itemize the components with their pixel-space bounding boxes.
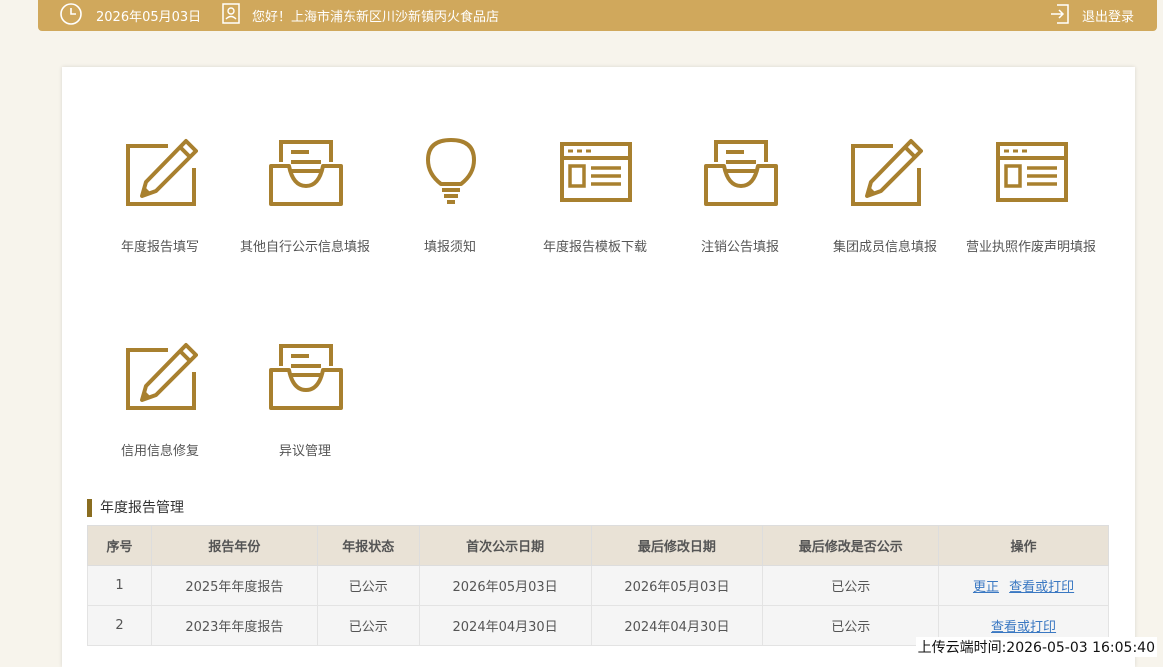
logout-icon[interactable] (1049, 2, 1071, 26)
column-header: 报告年份 (150, 525, 318, 566)
annual-report-table: 序号 报告年份 年报状态 首次公示日期 最后修改日期 最后修改是否公示 操作 1… (87, 525, 1109, 646)
report-status: 已公示 (316, 565, 420, 606)
row-number: 1 (87, 565, 152, 606)
report-status: 已公示 (316, 605, 420, 646)
view-print-link[interactable]: 查看或打印 (1009, 580, 1074, 595)
report-year: 2023年年度报告 (150, 605, 318, 646)
last-modified-public: 已公示 (762, 565, 940, 606)
row-number: 2 (87, 605, 152, 646)
column-header: 首次公示日期 (418, 525, 592, 566)
pencil-edit-icon (126, 343, 198, 410)
tile-label: 营业执照作废声明填报 (965, 240, 1096, 255)
first-publish-date: 2026年05月03日 (418, 565, 592, 606)
column-header: 操作 (938, 525, 1109, 566)
top-bar: 2026年05月03日 您好！上海市浦东新区川沙新镇丙火食品店 退出登录 (38, 0, 1157, 31)
last-modified-date: 2026年05月03日 (590, 565, 764, 606)
pencil-edit-icon (126, 139, 198, 206)
tile-label: 异议管理 (278, 444, 331, 459)
inbox-tray-icon (269, 140, 343, 206)
pencil-edit-icon (851, 139, 923, 206)
column-header: 最后修改日期 (590, 525, 764, 566)
section-title: 年度报告管理 (87, 499, 184, 517)
upload-time-stamp: 上传云端时间:2026-05-03 16:05:40 (915, 637, 1157, 657)
clock-icon (60, 3, 82, 25)
report-year: 2025年年度报告 (150, 565, 318, 606)
inbox-tray-icon (269, 344, 343, 410)
correct-link[interactable]: 更正 (973, 580, 999, 595)
current-date: 2026年05月03日 (96, 10, 202, 25)
table-header-row: 序号 报告年份 年报状态 首次公示日期 最后修改日期 最后修改是否公示 操作 (87, 525, 1109, 566)
row-actions: 更正 查看或打印 (938, 565, 1109, 606)
last-modified-public: 已公示 (762, 605, 940, 646)
first-publish-date: 2024年04月30日 (418, 605, 592, 646)
column-header: 最后修改是否公示 (762, 525, 940, 566)
tile-license-void-statement[interactable]: 营业执照作废声明填报 (951, 138, 1111, 268)
logout-button[interactable]: 退出登录 (1082, 6, 1134, 25)
last-modified-date: 2024年04月30日 (590, 605, 764, 646)
tile-objection-management[interactable]: 异议管理 (225, 342, 385, 472)
table-row: 1 2025年年度报告 已公示 2026年05月03日 2026年05月03日 … (87, 565, 1109, 606)
template-window-icon (996, 142, 1068, 202)
column-header: 年报状态 (316, 525, 420, 566)
greeting-text: 您好！上海市浦东新区川沙新镇丙火食品店 (252, 10, 500, 25)
template-window-icon (560, 142, 632, 202)
inbox-tray-icon (704, 140, 778, 206)
column-header: 序号 (87, 525, 152, 566)
user-id-icon (222, 3, 240, 24)
lightbulb-icon (426, 138, 476, 204)
view-print-link[interactable]: 查看或打印 (991, 620, 1056, 635)
